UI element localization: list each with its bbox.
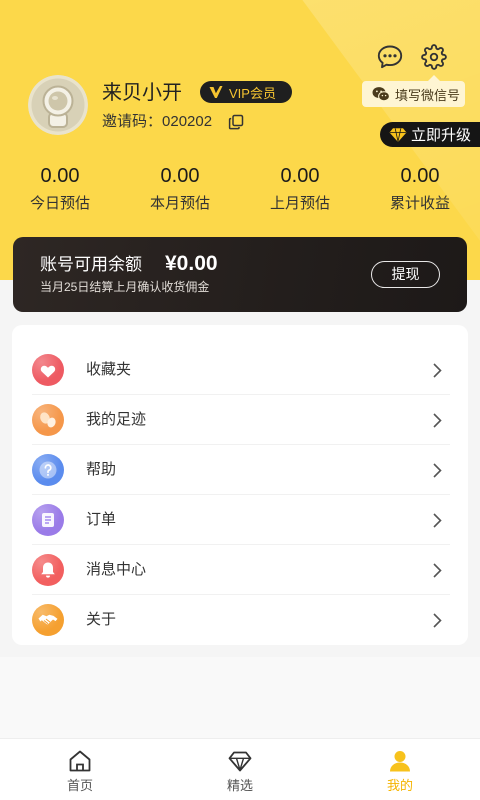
home-icon: [67, 748, 93, 774]
wechat-tag-label: 填写微信号: [395, 87, 461, 103]
bottom-tab-bar: 首页 精选 我的: [0, 738, 480, 800]
chevron-right-icon: [433, 513, 442, 528]
tab-home[interactable]: 首页: [0, 739, 160, 800]
chevron-right-icon: [433, 363, 442, 378]
withdraw-button[interactable]: 提现: [371, 261, 440, 288]
menu-item-label: 收藏夹: [86, 361, 132, 378]
tooltip-arrow: [428, 75, 440, 81]
footprint-icon: [32, 404, 64, 436]
chevron-right-icon: [433, 613, 442, 628]
tab-featured[interactable]: 精选: [160, 739, 320, 800]
upgrade-button[interactable]: 立即升级: [380, 122, 480, 147]
stat-value: 0.00: [400, 165, 440, 187]
avatar-icon: [28, 75, 88, 135]
menu-item-help[interactable]: 帮助: [12, 445, 468, 495]
menu-item-about[interactable]: 关于: [12, 595, 468, 645]
settings-button[interactable]: [420, 43, 448, 71]
stat-today[interactable]: 0.00 今日预估: [0, 163, 120, 214]
menu-item-label: 订单: [86, 511, 117, 528]
order-icon: [32, 504, 64, 536]
balance-card: 账号可用余额 ¥0.00 当月25日结算上月确认收货佣金 提现: [13, 237, 467, 312]
invite-code: 020202: [162, 113, 213, 130]
stat-value: 0.00: [40, 165, 80, 187]
chevron-right-icon: [433, 563, 442, 578]
stat-value: 0.00: [160, 165, 200, 187]
stat-label: 上月预估: [269, 195, 330, 212]
help-icon: [32, 454, 64, 486]
diamond-icon: [389, 127, 407, 142]
menu-card: 收藏夹 我的足迹 帮助 订单 消息中心 关于: [12, 325, 468, 645]
invite-label: 邀请码：: [102, 113, 163, 130]
handshake-icon: [32, 604, 64, 636]
chevron-right-icon: [433, 413, 442, 428]
stat-label: 本月预估: [149, 195, 210, 212]
menu-item-label: 帮助: [86, 461, 117, 478]
menu-item-orders[interactable]: 订单: [12, 495, 468, 545]
vip-badge[interactable]: VIP会员: [200, 81, 292, 103]
tab-mine[interactable]: 我的: [320, 739, 480, 800]
message-icon: [377, 45, 403, 69]
heart-icon: [32, 354, 64, 386]
menu-item-label: 消息中心: [86, 561, 147, 578]
person-icon: [387, 748, 413, 774]
message-button[interactable]: [376, 43, 404, 71]
vip-logo-icon: [209, 86, 223, 98]
tab-label: 精选: [226, 778, 253, 793]
tab-label: 首页: [66, 778, 93, 793]
avatar[interactable]: [28, 75, 88, 135]
vip-label: VIP会员: [229, 85, 276, 101]
stat-last-month[interactable]: 0.00 上月预估: [240, 163, 360, 214]
balance-amount: ¥0.00: [165, 252, 218, 275]
stat-value: 0.00: [280, 165, 320, 187]
menu-item-label: 我的足迹: [86, 411, 147, 428]
stat-label: 今日预估: [29, 195, 90, 212]
menu-item-history[interactable]: 我的足迹: [12, 395, 468, 445]
bell-icon: [32, 554, 64, 586]
tab-label: 我的: [386, 778, 413, 793]
menu-item-label: 关于: [86, 611, 117, 628]
upgrade-label: 立即升级: [411, 127, 472, 144]
chevron-right-icon: [433, 463, 442, 478]
copy-icon: [228, 114, 244, 130]
balance-note: 当月25日结算上月确认收货佣金: [40, 280, 210, 294]
gear-icon: [421, 44, 447, 70]
menu-item-favorites[interactable]: 收藏夹: [12, 345, 468, 395]
balance-title: 账号可用余额: [40, 255, 142, 274]
lower-background: [0, 657, 480, 738]
stat-total[interactable]: 0.00 累计收益: [360, 163, 480, 214]
user-name: 来贝小开: [102, 82, 182, 104]
wechat-icon: [372, 87, 390, 102]
stat-this-month[interactable]: 0.00 本月预估: [120, 163, 240, 214]
earnings-stats: 0.00 今日预估 0.00 本月预估 0.00 上月预估 0.00 累计收益: [0, 163, 480, 214]
diamond-outline-icon: [227, 748, 253, 774]
wechat-id-button[interactable]: 填写微信号: [362, 75, 465, 107]
copy-button[interactable]: [228, 114, 244, 130]
stat-label: 累计收益: [389, 195, 450, 212]
invite-code-row: 邀请码： 020202: [102, 112, 244, 132]
menu-item-messages[interactable]: 消息中心: [12, 545, 468, 595]
